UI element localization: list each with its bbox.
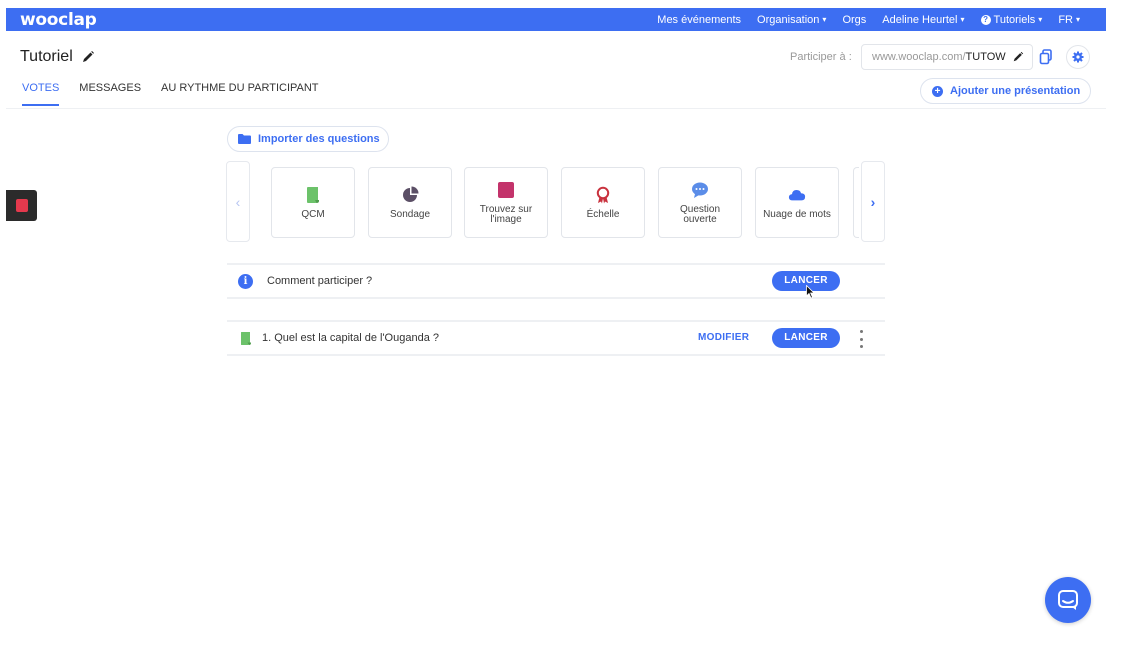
mouse-cursor-icon [806,285,815,299]
nav-tutoriels[interactable]: ? Tutoriels ▾ [980,13,1043,26]
how-to-participate-text: Comment participer ? [267,275,373,287]
nav-label: FR [1058,13,1073,26]
how-to-participate-row: i Comment participer ? LANCER [227,263,885,299]
ribbon-icon [596,186,610,203]
event-url-field[interactable]: www.wooclap.com/TUTOW [861,44,1033,70]
qcm-icon [307,186,319,203]
question-row[interactable]: 1. Quel est la capital de l'Ouganda ? MO… [227,320,885,356]
more-options-icon[interactable] [857,328,865,350]
nav-label: Tutoriels [993,13,1036,26]
caret-down-icon: ▾ [1038,15,1043,24]
caret-down-icon: ▾ [822,15,827,24]
top-navbar: wooclap Mes événements Organisation ▾ Or… [6,8,1106,31]
copy-icon[interactable] [1039,49,1053,65]
add-presentation-button[interactable]: + Ajouter une présentation [920,78,1091,104]
add-presentation-label: Ajouter une présentation [950,85,1081,97]
chat-support-button[interactable] [1045,577,1091,623]
app-frame: wooclap Mes événements Organisation ▾ Or… [6,8,1106,628]
question-type-nuage-de-mots[interactable]: Nuage de mots [755,167,839,238]
image-icon [498,181,514,198]
plus-circle-icon: + [932,85,943,97]
caret-down-icon: ▾ [960,15,965,24]
record-button[interactable] [6,190,37,221]
carousel-next-button[interactable]: › [861,161,885,242]
question-type-echelle[interactable]: Échelle [561,167,645,238]
settings-button[interactable] [1066,45,1090,69]
question-type-question-ouverte[interactable]: Question ouverte [658,167,742,238]
event-tabs: VOTES MESSAGES AU RYTHME DU PARTICIPANT [22,82,319,106]
info-icon: i [238,273,253,289]
pie-icon [403,186,419,202]
participate-label: Participer à : [790,51,852,63]
top-nav-menu: Mes événements Organisation ▾ Orgs Adeli… [657,8,1080,31]
speech-icon [692,182,708,198]
tab-votes[interactable]: VOTES [22,82,60,106]
question-type-sondage[interactable]: Sondage [368,167,452,238]
edit-pencil-icon[interactable] [1012,51,1024,63]
question-type-label: Nuage de mots [763,208,831,220]
modify-button[interactable]: MODIFIER [698,332,749,343]
chevron-left-icon: ‹ [235,193,241,210]
tab-messages[interactable]: MESSAGES [79,82,141,106]
chat-icon [1058,590,1078,610]
gear-icon [1072,51,1084,63]
event-title: Tutoriel [20,48,95,66]
chevron-right-icon: › [870,193,876,210]
qcm-icon [241,331,251,345]
question-type-label: Question ouverte [679,203,721,225]
nav-label: Orgs [842,13,867,26]
nav-orgs[interactable]: Orgs [842,14,866,26]
tab-au-rythme[interactable]: AU RYTHME DU PARTICIPANT [161,82,318,106]
folder-icon [238,134,251,144]
divider [6,108,1106,109]
question-type-label: QCM [301,208,325,220]
question-type-qcm[interactable]: QCM [271,167,355,238]
nav-label: Organisation [757,13,820,26]
question-type-trouvez-image[interactable]: Trouvez sur l'image [464,167,548,238]
question-type-label: Échelle [586,208,620,220]
question-text: 1. Quel est la capital de l'Ouganda ? [262,332,439,344]
edit-pencil-icon[interactable] [81,50,95,64]
question-type-label: Trouvez sur l'image [479,203,533,225]
caret-down-icon: ▾ [1075,15,1080,24]
event-title-text: Tutoriel [20,48,73,65]
url-prefix: www.wooclap.com/ [872,51,966,63]
nav-label: Mes événements [657,13,742,26]
cloud-icon [788,189,806,200]
record-icon [15,199,28,212]
question-icon: ? [980,14,991,25]
carousel-prev-button[interactable]: ‹ [226,161,250,242]
import-questions-label: Importer des questions [258,133,380,145]
nav-organisation[interactable]: Organisation ▾ [757,14,826,26]
question-type-label: Sondage [389,208,431,220]
nav-user-menu[interactable]: Adeline Heurtel ▾ [882,14,964,26]
question-type-partial-card [853,167,859,238]
wooclap-logo[interactable]: wooclap [20,8,97,31]
nav-language[interactable]: FR ▾ [1058,14,1080,26]
launch-button[interactable]: LANCER [772,328,840,348]
nav-label: Adeline Heurtel [882,13,958,26]
url-code: TUTOW [965,51,1006,63]
import-questions-button[interactable]: Importer des questions [227,126,389,152]
nav-mes-evenements[interactable]: Mes événements [657,14,741,26]
